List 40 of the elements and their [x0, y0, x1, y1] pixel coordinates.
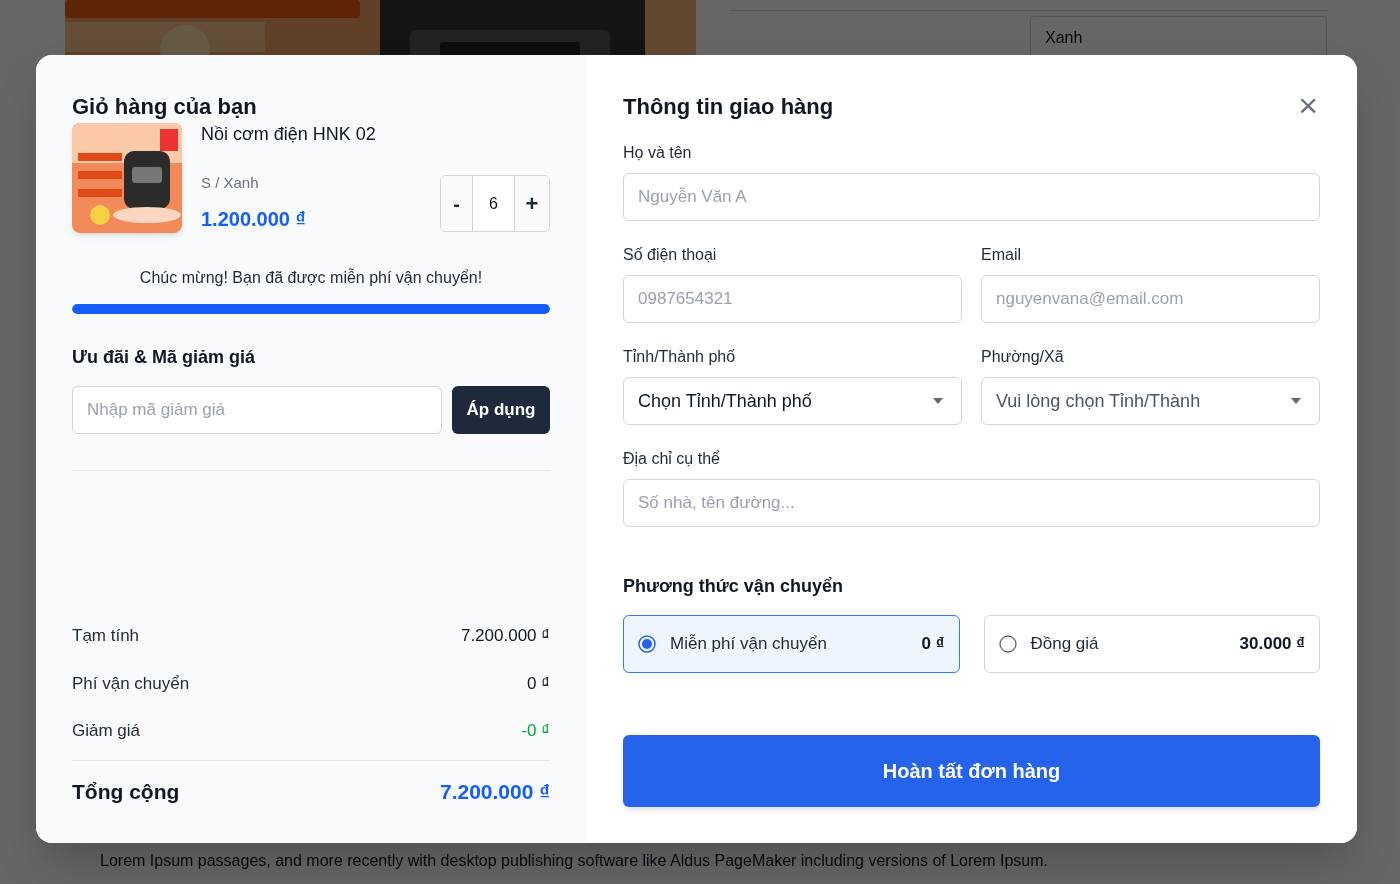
shipping-option[interactable]: Đồng giá 30.000 ₫ [983, 615, 1320, 673]
caret-icon [1291, 398, 1301, 404]
paragraph: Lorem Ipsum passages, and more recently with desktop publishing software like Aldus PageMaker including versions of Lorem Ipsum. [100, 851, 1049, 871]
section-title: Ưu đãi & Mã giảm giá [72, 345, 256, 369]
section-title: Phương thức vận chuyển [623, 575, 844, 598]
coupon-field[interactable]: Nhập mã giảm giá [72, 385, 442, 434]
product-name: Nồi cơm điện HNK 02 [201, 123, 377, 145]
total-value: 7.200.000 ₫ [439, 778, 550, 805]
dialog-title: Thông tin giao hàng [623, 93, 834, 121]
increment-button[interactable]: + [515, 176, 549, 231]
select-field[interactable]: Chọn Tỉnh/Thành phố [623, 377, 962, 425]
field-label: Email [981, 245, 1022, 265]
field-label: Địa chỉ cụ thể [623, 449, 721, 469]
total-label: Tổng cộng [72, 778, 180, 805]
input-field[interactable]: Số nhà, tên đường... [623, 479, 1320, 527]
product-variant: S / Xanh [201, 173, 260, 193]
submit-button[interactable]: Hoàn tất đơn hàng [623, 735, 1320, 807]
caret-icon [933, 398, 943, 404]
summary-label: Giảm giá [72, 720, 141, 742]
summary-value: 0 ₫ [527, 672, 550, 695]
summary-value: -0 ₫ [521, 720, 550, 742]
field-label: Họ và tên [623, 143, 693, 163]
summary-value: 7.200.000 ₫ [460, 625, 550, 647]
apply-button[interactable]: Áp dụng [452, 385, 550, 434]
shipping-message: Chúc mừng! Bạn đã được miễn phí vận chuyển! [138, 267, 484, 288]
close-button[interactable]: × [1298, 93, 1318, 117]
radio-icon [998, 635, 1017, 653]
shipping-option[interactable]: Miễn phí vận chuyển 0 ₫ [623, 615, 960, 673]
field-label: Phường/Xã [981, 347, 1065, 367]
product-price: 1.200.000 ₫ [201, 206, 307, 232]
field-label: Số điện thoại [623, 245, 718, 265]
summary-label: Phí vận chuyển [72, 672, 190, 695]
decrement-button[interactable]: - [441, 176, 472, 231]
radio-icon [638, 635, 656, 653]
input-field[interactable]: Nguyễn Văn A [623, 173, 1320, 221]
summary-label: Tạm tính [72, 625, 140, 647]
field-label: Tỉnh/Thành phố [623, 347, 737, 367]
cart-title: Giỏ hàng của bạn [72, 93, 258, 121]
input-field[interactable]: nguyenvana@email.com [981, 275, 1320, 323]
input-field[interactable]: 0987654321 [623, 275, 962, 323]
